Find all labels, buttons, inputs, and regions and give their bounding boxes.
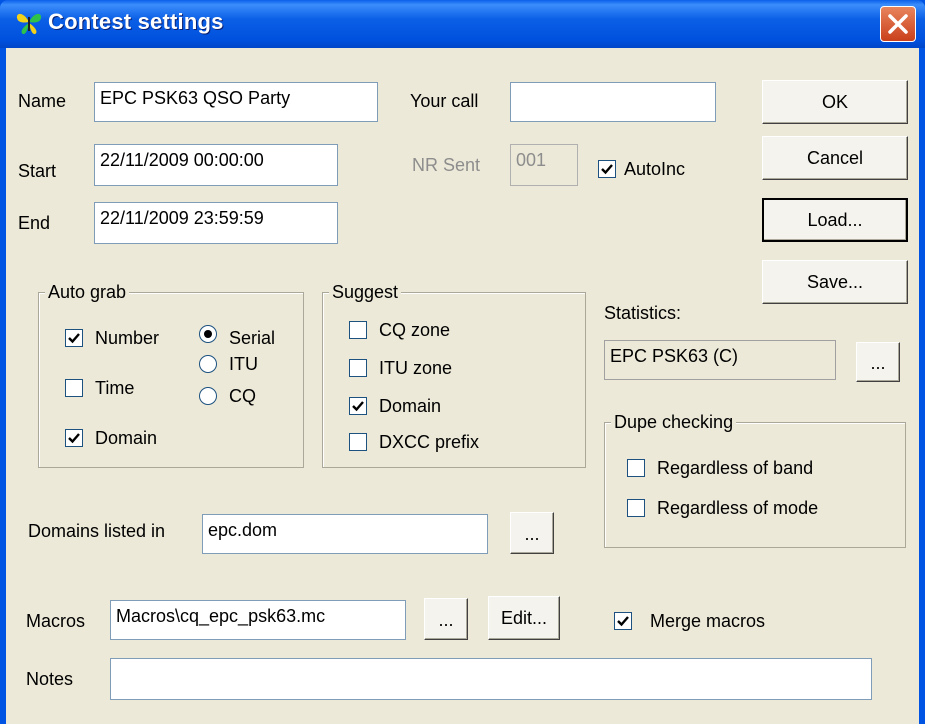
start-field[interactable]: 22/11/2009 00:00:00 [94,144,338,186]
auto-grab-group: Auto grab Number Time Domain Serial ITU … [38,281,304,468]
checkmark-icon [352,401,364,412]
statistics-browse-button[interactable]: ... [856,342,900,382]
dxcc-prefix-checkbox[interactable] [349,433,367,451]
macros-edit-button[interactable]: Edit... [488,596,560,640]
itu-zone-label: ITU zone [379,358,453,378]
regardless-mode-label: Regardless of mode [657,498,819,518]
checkmark-icon [617,616,629,627]
number-label: Number [95,328,160,348]
number-checkbox[interactable] [65,329,83,347]
your-call-field[interactable] [510,82,716,122]
cq-zone-checkbox[interactable] [349,321,367,339]
itu-radio[interactable] [199,355,217,373]
macros-label: Macros [26,611,86,631]
end-label: End [18,213,51,233]
name-label: Name [18,91,67,111]
start-label: Start [18,161,57,181]
suggest-title: Suggest [329,281,402,303]
your-call-label: Your call [410,91,479,111]
ok-button[interactable]: OK [762,80,908,124]
suggest-group: Suggest CQ zone ITU zone Domain DXCC pre… [322,281,586,468]
end-field[interactable]: 22/11/2009 23:59:59 [94,202,338,244]
nr-sent-field[interactable]: 001 [510,144,578,186]
domain-label: Domain [95,428,158,448]
merge-macros-label: Merge macros [650,611,766,631]
dialog-body: Name EPC PSK63 QSO Party Your call OK St… [6,48,919,724]
notes-label: Notes [26,669,74,689]
regardless-band-checkbox[interactable] [627,459,645,477]
close-button[interactable] [880,6,916,42]
auto-grab-title: Auto grab [45,281,130,303]
load-button[interactable]: Load... [762,198,908,242]
checkmark-icon [68,433,80,444]
dupe-checking-title: Dupe checking [611,411,737,433]
domains-field[interactable]: epc.dom [202,514,488,554]
cq-radio[interactable] [199,387,217,405]
statistics-label: Statistics: [604,303,682,323]
macros-field[interactable]: Macros\cq_epc_psk63.mc [110,600,406,640]
itu-label: ITU [229,354,258,374]
statistics-field[interactable]: EPC PSK63 (C) [604,340,836,380]
nr-sent-label: NR Sent [412,155,481,175]
name-field[interactable]: EPC PSK63 QSO Party [94,82,378,122]
serial-label: Serial [229,328,276,348]
time-checkbox[interactable] [65,379,83,397]
window-title: Contest settings [48,9,224,34]
suggest-domain-label: Domain [379,396,442,416]
autoinc-label: AutoInc [624,159,686,179]
regardless-mode-checkbox[interactable] [627,499,645,517]
domain-checkbox[interactable] [65,429,83,447]
checkmark-icon [601,164,613,175]
regardless-band-label: Regardless of band [657,458,814,478]
domains-browse-button[interactable]: ... [510,512,554,554]
macros-browse-button[interactable]: ... [424,598,468,640]
itu-zone-checkbox[interactable] [349,359,367,377]
contest-settings-window: Contest settings Name EPC PSK63 QSO Part… [0,0,925,724]
autoinc-checkbox[interactable] [598,160,616,178]
cancel-button[interactable]: Cancel [762,136,908,180]
cq-zone-label: CQ zone [379,320,451,340]
close-icon [888,14,908,34]
merge-macros-checkbox[interactable] [614,612,632,630]
cq-label: CQ [229,386,256,406]
serial-radio[interactable] [199,325,217,343]
title-bar[interactable]: Contest settings [0,0,925,48]
dxcc-prefix-label: DXCC prefix [379,432,480,452]
butterfly-icon [16,13,42,35]
domains-label: Domains listed in [28,521,166,541]
checkmark-icon [68,333,80,344]
time-label: Time [95,378,135,398]
save-button[interactable]: Save... [762,260,908,304]
radio-dot [204,330,212,338]
notes-field[interactable] [110,658,872,700]
suggest-domain-checkbox[interactable] [349,397,367,415]
dupe-checking-group: Dupe checking Regardless of band Regardl… [604,411,906,548]
